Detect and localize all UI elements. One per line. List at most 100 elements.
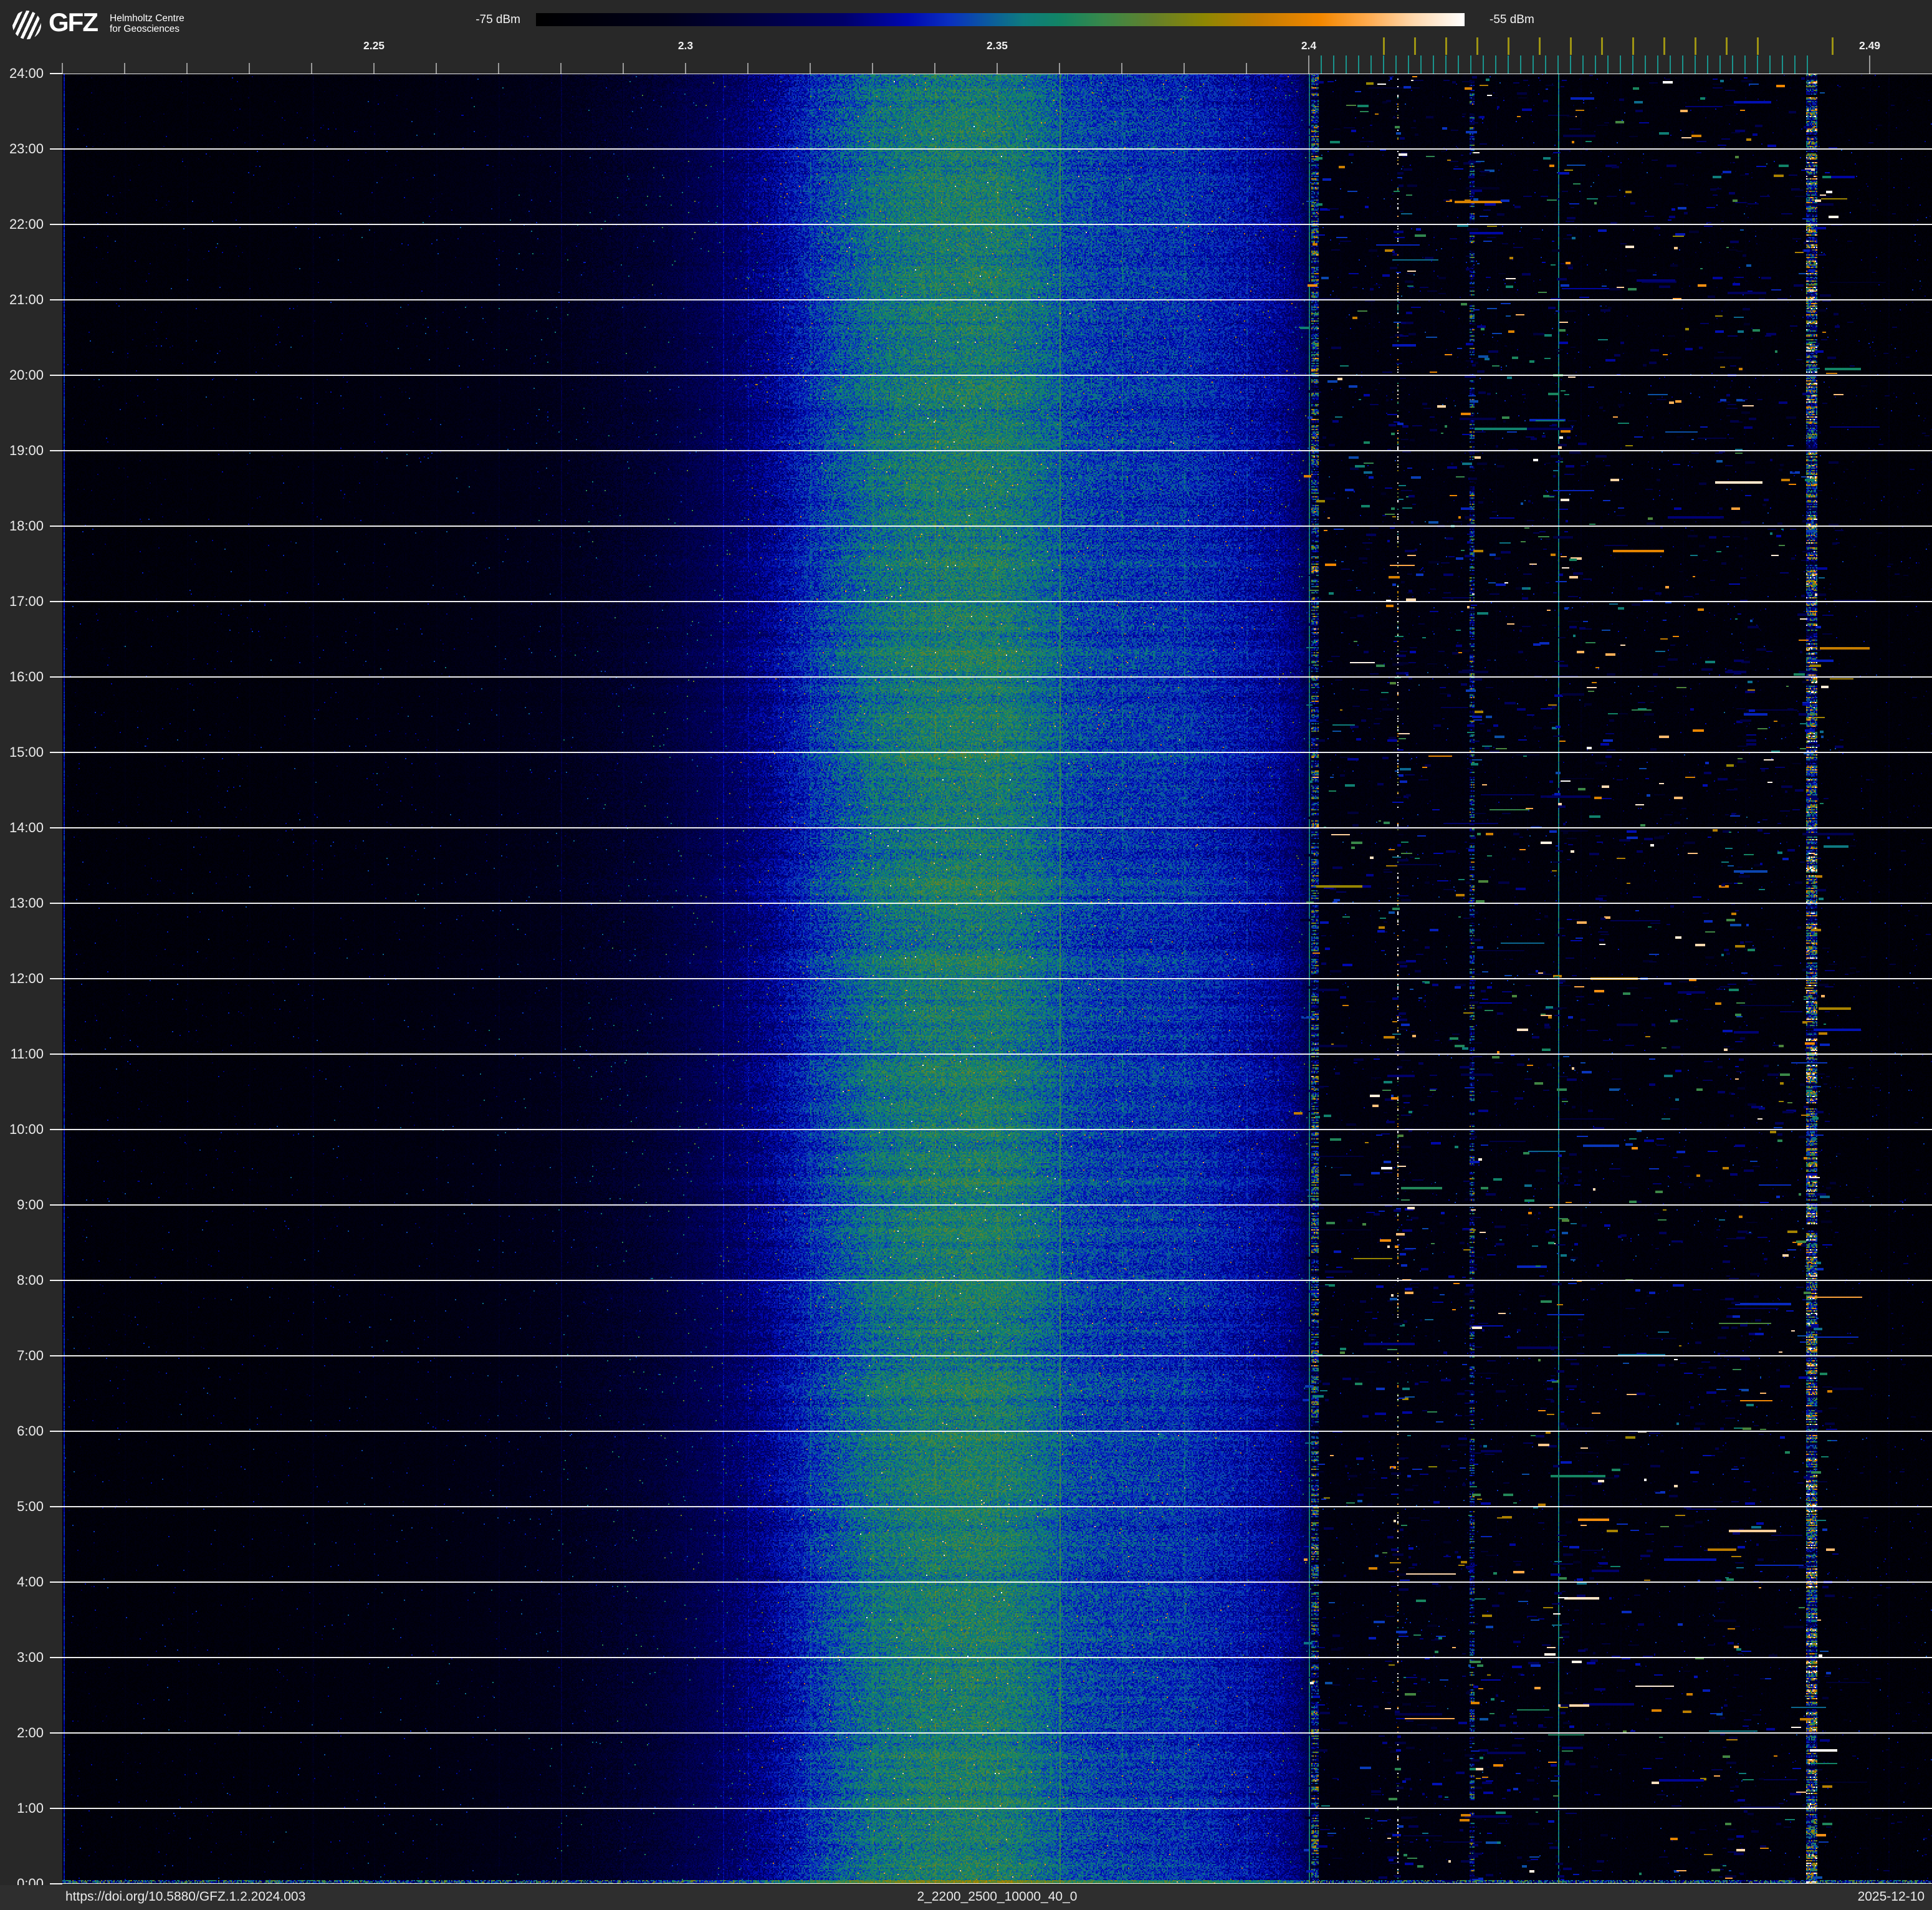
hour-tick [50, 1053, 62, 1055]
freq-label: 2.4 [1301, 39, 1317, 52]
time-label: 2:00 [17, 1725, 44, 1740]
wifi-channel-tick [1601, 37, 1603, 55]
hour-gridline [62, 1053, 1932, 1055]
institute-name-line1: Helmholtz Centre [110, 13, 184, 24]
freq-tick-minor [436, 63, 437, 74]
time-label: 9:00 [17, 1197, 44, 1212]
freq-tick-minor [373, 63, 375, 74]
time-label: 15:00 [9, 744, 44, 760]
freq-tick-minor [934, 63, 935, 74]
time-label: 10:00 [9, 1121, 44, 1137]
hour-tick [50, 1129, 62, 1130]
bluetooth-channel-tick [1695, 55, 1696, 74]
bluetooth-channel-tick [1645, 55, 1646, 74]
bluetooth-channel-tick [1769, 55, 1771, 74]
date-label: 2025-12-10 [1857, 1889, 1925, 1904]
bluetooth-channel-tick [1757, 55, 1758, 74]
bluetooth-channel-tick [1682, 55, 1683, 74]
hour-tick [50, 1808, 62, 1809]
time-label: 23:00 [9, 141, 44, 156]
time-label: 14:00 [9, 820, 44, 835]
bluetooth-channel-tick [1620, 55, 1621, 74]
footer-bar: https://doi.org/10.5880/GFZ.1.2.2024.003… [0, 1885, 1932, 1910]
freq-tick-minor [249, 63, 250, 74]
wifi-channel-tick [1414, 37, 1416, 55]
colorbar-gradient [536, 13, 1465, 26]
time-label: 17:00 [9, 593, 44, 609]
hour-gridline [62, 450, 1932, 451]
wifi-channel-tick [1445, 37, 1447, 55]
freq-tick-minor [872, 63, 873, 74]
hour-tick [50, 450, 62, 451]
hour-tick [50, 148, 62, 150]
colorbar-min-label: -75 dBm [476, 13, 520, 26]
time-label: 4:00 [17, 1574, 44, 1590]
gfz-wordmark: GFZ [49, 7, 98, 37]
bluetooth-channel-tick [1383, 55, 1384, 74]
hour-gridline [62, 148, 1932, 150]
bluetooth-channel-tick [1483, 55, 1484, 74]
gfz-logo-icon [12, 11, 41, 39]
wifi-channel-tick [1570, 37, 1572, 55]
hour-gridline [62, 375, 1932, 376]
institute-name: Helmholtz Centre for Geosciences [110, 13, 184, 34]
hour-gridline [62, 676, 1932, 678]
wifi-channel-tick [1539, 37, 1541, 55]
hour-tick [50, 1355, 62, 1356]
freq-label: 2.49 [1858, 39, 1881, 52]
wifi-channel-tick [1476, 37, 1478, 55]
freq-tick-minor [498, 63, 499, 74]
freq-tick-minor [186, 63, 188, 74]
freq-tick-minor [810, 63, 811, 74]
hour-gridline [62, 1732, 1932, 1734]
bluetooth-channel-tick [1358, 55, 1359, 74]
hour-gridline [62, 1506, 1932, 1507]
time-label: 20:00 [9, 367, 44, 383]
hour-tick [50, 375, 62, 376]
bluetooth-channel-tick [1782, 55, 1783, 74]
hour-gridline [62, 1355, 1932, 1356]
hour-tick [50, 1657, 62, 1658]
bluetooth-channel-tick [1707, 55, 1708, 74]
colorbar-max-label: -55 dBm [1490, 13, 1534, 26]
freq-tick-minor [623, 63, 624, 74]
time-label: 5:00 [17, 1499, 44, 1514]
bluetooth-channel-tick [1533, 55, 1534, 74]
hour-tick [50, 1280, 62, 1281]
time-label: 6:00 [17, 1423, 44, 1439]
time-label: 11:00 [10, 1046, 44, 1062]
time-label: 19:00 [9, 443, 44, 458]
freq-tick-minor [560, 63, 562, 74]
freq-tick-major [1308, 55, 1309, 74]
time-label: 7:00 [17, 1348, 44, 1363]
hour-tick [50, 601, 62, 602]
hour-gridline [62, 224, 1932, 225]
time-label: 21:00 [9, 292, 44, 307]
time-label: 8:00 [17, 1272, 44, 1288]
hour-tick [50, 1883, 62, 1884]
hour-gridline [62, 827, 1932, 828]
hour-gridline [62, 1431, 1932, 1432]
hour-tick [50, 1581, 62, 1583]
dataset-id: 2_2200_2500_10000_40_0 [917, 1889, 1078, 1904]
bluetooth-channel-tick [1657, 55, 1658, 74]
hour-tick [50, 827, 62, 828]
bluetooth-channel-tick [1632, 55, 1633, 74]
hour-tick [50, 1506, 62, 1507]
hour-tick [50, 1204, 62, 1206]
bluetooth-channel-tick [1370, 55, 1372, 74]
bluetooth-channel-tick [1458, 55, 1459, 74]
freq-tick-minor [1121, 63, 1122, 74]
hour-tick [50, 73, 62, 74]
freq-tick-minor [62, 63, 63, 74]
hour-gridline [62, 525, 1932, 527]
freq-tick-major [1869, 55, 1870, 74]
wifi-channel-tick [1695, 37, 1696, 55]
bluetooth-channel-tick [1732, 55, 1733, 74]
hour-tick [50, 978, 62, 979]
time-label: 3:00 [17, 1649, 44, 1665]
hour-tick [50, 224, 62, 225]
freq-tick-minor [311, 63, 312, 74]
time-label: 12:00 [9, 971, 44, 986]
freq-tick-minor [997, 63, 998, 74]
